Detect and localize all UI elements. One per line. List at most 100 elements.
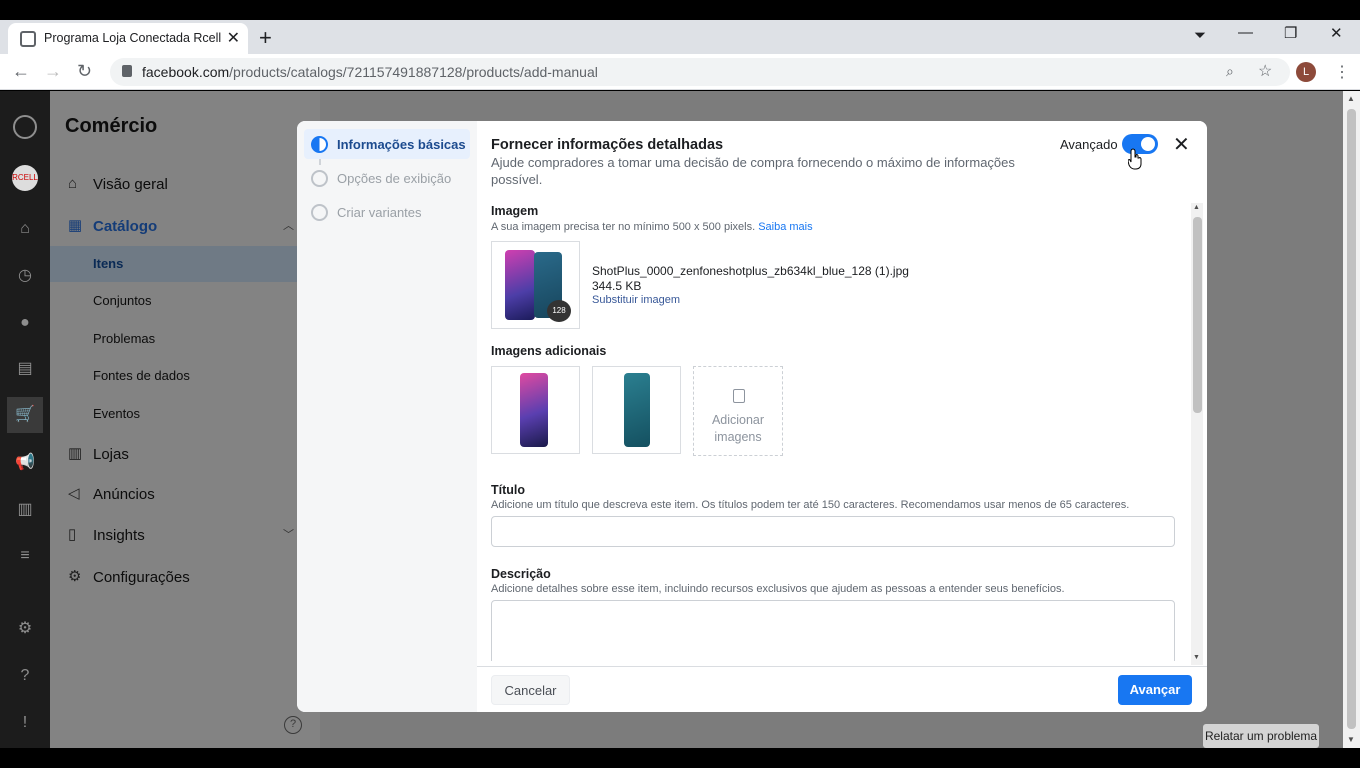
reload-icon[interactable]: ↻ [77,61,92,82]
image-section-title: Imagem [491,204,539,218]
additional-image-thumbnail[interactable] [491,366,580,454]
main-image-thumbnail[interactable]: 128 [491,241,580,329]
scroll-down-icon[interactable]: ▼ [1193,654,1200,661]
favicon-icon [20,31,36,47]
description-textarea[interactable] [491,600,1175,661]
home-icon[interactable]: ⌂ [15,219,35,239]
gear-icon: ⚙ [68,568,82,585]
next-button[interactable]: Avançar [1118,675,1192,705]
tab-search-icon[interactable]: ⏷ [1194,27,1206,44]
phone-back-image [624,373,650,447]
step-progress-icon [311,136,328,153]
step-circle-icon [311,170,328,187]
add-images-button[interactable]: Adicionar imagens [693,366,783,456]
step-criar-variantes[interactable]: Criar variantes [304,197,470,227]
ads-megaphone-icon[interactable]: 📢 [15,453,35,473]
report-problem-button[interactable]: Relatar um problema [1203,724,1319,748]
phone-front-image [505,250,535,320]
replace-image-link[interactable]: Substituir imagem [592,294,680,306]
lock-icon [122,65,132,77]
account-avatar[interactable]: RCELL [12,165,38,191]
form-scrollbar[interactable]: ▲ ▼ [1191,203,1203,665]
phone-front-image [520,373,548,447]
form-scroll-area: Imagem A sua imagem precisa ter no mínim… [477,203,1207,661]
restore-button[interactable]: ❐ [1284,24,1297,42]
learn-more-link[interactable]: Saiba mais [758,221,812,233]
cancel-button[interactable]: Cancelar [491,675,570,705]
dialog-content: Fornecer informações detalhadas Ajude co… [477,121,1207,712]
commerce-sidebar: Comércio ⌂ Visão geral ▦ Catálogo ︿ Iten… [50,91,320,748]
tab-close-icon[interactable]: ✕ [227,28,240,48]
sidebar-subitem-fontes-de-dados[interactable]: Fontes de dados [50,358,297,394]
shop-icon: ▥ [68,445,83,462]
profile-avatar[interactable]: L [1296,62,1316,82]
sidebar-subitem-conjuntos[interactable]: Conjuntos [50,283,297,319]
title-field-hint: Adicione um título que descreva este ite… [491,499,1130,511]
url-text: facebook.com/products/catalogs/721157491… [142,64,598,80]
home-icon: ⌂ [68,175,78,192]
toggle-knob [1141,137,1155,151]
back-icon[interactable]: ← [12,61,30,82]
sidebar-item-visao-geral[interactable]: ⌂ Visão geral [50,165,297,203]
additional-images-title: Imagens adicionais [491,344,607,358]
sidebar-subitem-itens[interactable]: Itens [50,246,297,282]
zoom-icon[interactable]: ⌕ [1226,63,1234,80]
minimize-button[interactable]: — [1238,24,1253,41]
page-scrollbar[interactable]: ▲ ▼ [1343,91,1360,748]
sidebar-item-configuracoes[interactable]: ⚙ Configurações [50,558,297,596]
step-opcoes-de-exibicao[interactable]: Opções de exibição [304,163,470,193]
form-scrollbar-thumb[interactable] [1193,217,1202,413]
scroll-up-icon[interactable]: ▲ [1347,94,1355,103]
chart-icon: ▯ [68,526,77,543]
scroll-down-icon[interactable]: ▼ [1347,735,1355,744]
dialog-footer: Cancelar Avançar [477,666,1207,712]
storage-badge: 128 [547,300,571,322]
help-icon[interactable]: ? [284,716,302,734]
commerce-cart-icon[interactable]: 🛒 [7,397,43,433]
business-logo-icon[interactable] [13,115,37,139]
forward-icon[interactable]: → [44,61,62,82]
image-hint: A sua imagem precisa ter no mínimo 500 x… [491,221,813,233]
title-input[interactable] [491,516,1175,547]
sidebar-subitem-eventos[interactable]: Eventos [50,396,297,432]
description-field-label: Descrição [491,567,551,581]
chevron-up-icon: ︿ [283,220,294,232]
additional-image-thumbnail[interactable] [592,366,681,454]
step-list: Informações básicas Opções de exibição C… [297,121,477,712]
sidebar-item-catalogo[interactable]: ▦ Catálogo ︿ [50,207,297,245]
step-circle-icon [311,204,328,221]
sidebar-item-anuncios[interactable]: ◁ Anúncios [50,475,297,513]
sidebar-item-lojas[interactable]: ▥ Lojas [50,435,297,473]
global-nav-rail: RCELL ⌂ ◷ ● ▤ 🛒 📢 ▥ ≡ ⚙ ? ! [0,91,50,748]
all-tools-menu-icon[interactable]: ≡ [15,546,35,566]
insights-bars-icon[interactable]: ▥ [15,500,35,520]
sidebar-item-insights[interactable]: ▯ Insights ﹀ [50,516,297,554]
sidebar-subitem-problemas[interactable]: Problemas [50,321,297,357]
browser-menu-icon[interactable]: ⋮ [1334,62,1350,82]
window-close-button[interactable]: ✕ [1330,24,1343,42]
activity-icon[interactable]: ◷ [15,266,35,286]
pages-icon[interactable]: ▤ [15,359,35,379]
page-scrollbar-thumb[interactable] [1347,109,1356,729]
chevron-down-icon: ﹀ [283,529,294,541]
settings-gear-icon[interactable]: ⚙ [15,619,35,639]
new-tab-button[interactable]: + [259,25,272,51]
image-file-name: ShotPlus_0000_zenfoneshotplus_zb634kl_bl… [592,264,909,278]
messages-icon[interactable]: ● [15,313,35,333]
image-file-size: 344.5 KB [592,279,642,293]
hand-cursor-icon [1128,148,1142,170]
dialog-title: Fornecer informações detalhadas [491,137,724,153]
bookmark-star-icon[interactable]: ☆ [1258,61,1272,81]
report-flag-icon[interactable]: ! [15,713,35,733]
address-bar[interactable]: facebook.com/products/catalogs/721157491… [110,58,1290,86]
title-field-label: Título [491,483,526,497]
scroll-up-icon[interactable]: ▲ [1193,204,1200,211]
add-item-dialog: Informações básicas Opções de exibição C… [297,121,1207,712]
advanced-label: Avançado [1060,137,1118,152]
dialog-subtitle: Ajude compradores a tomar uma decisão de… [491,155,1015,187]
close-icon[interactable]: ✕ [1173,132,1190,157]
sidebar-heading: Comércio [65,115,158,137]
step-informacoes-basicas[interactable]: Informações básicas [304,129,470,159]
browser-tab[interactable]: Programa Loja Conectada Rcell ✕ [8,23,248,54]
help-icon[interactable]: ? [15,666,35,686]
